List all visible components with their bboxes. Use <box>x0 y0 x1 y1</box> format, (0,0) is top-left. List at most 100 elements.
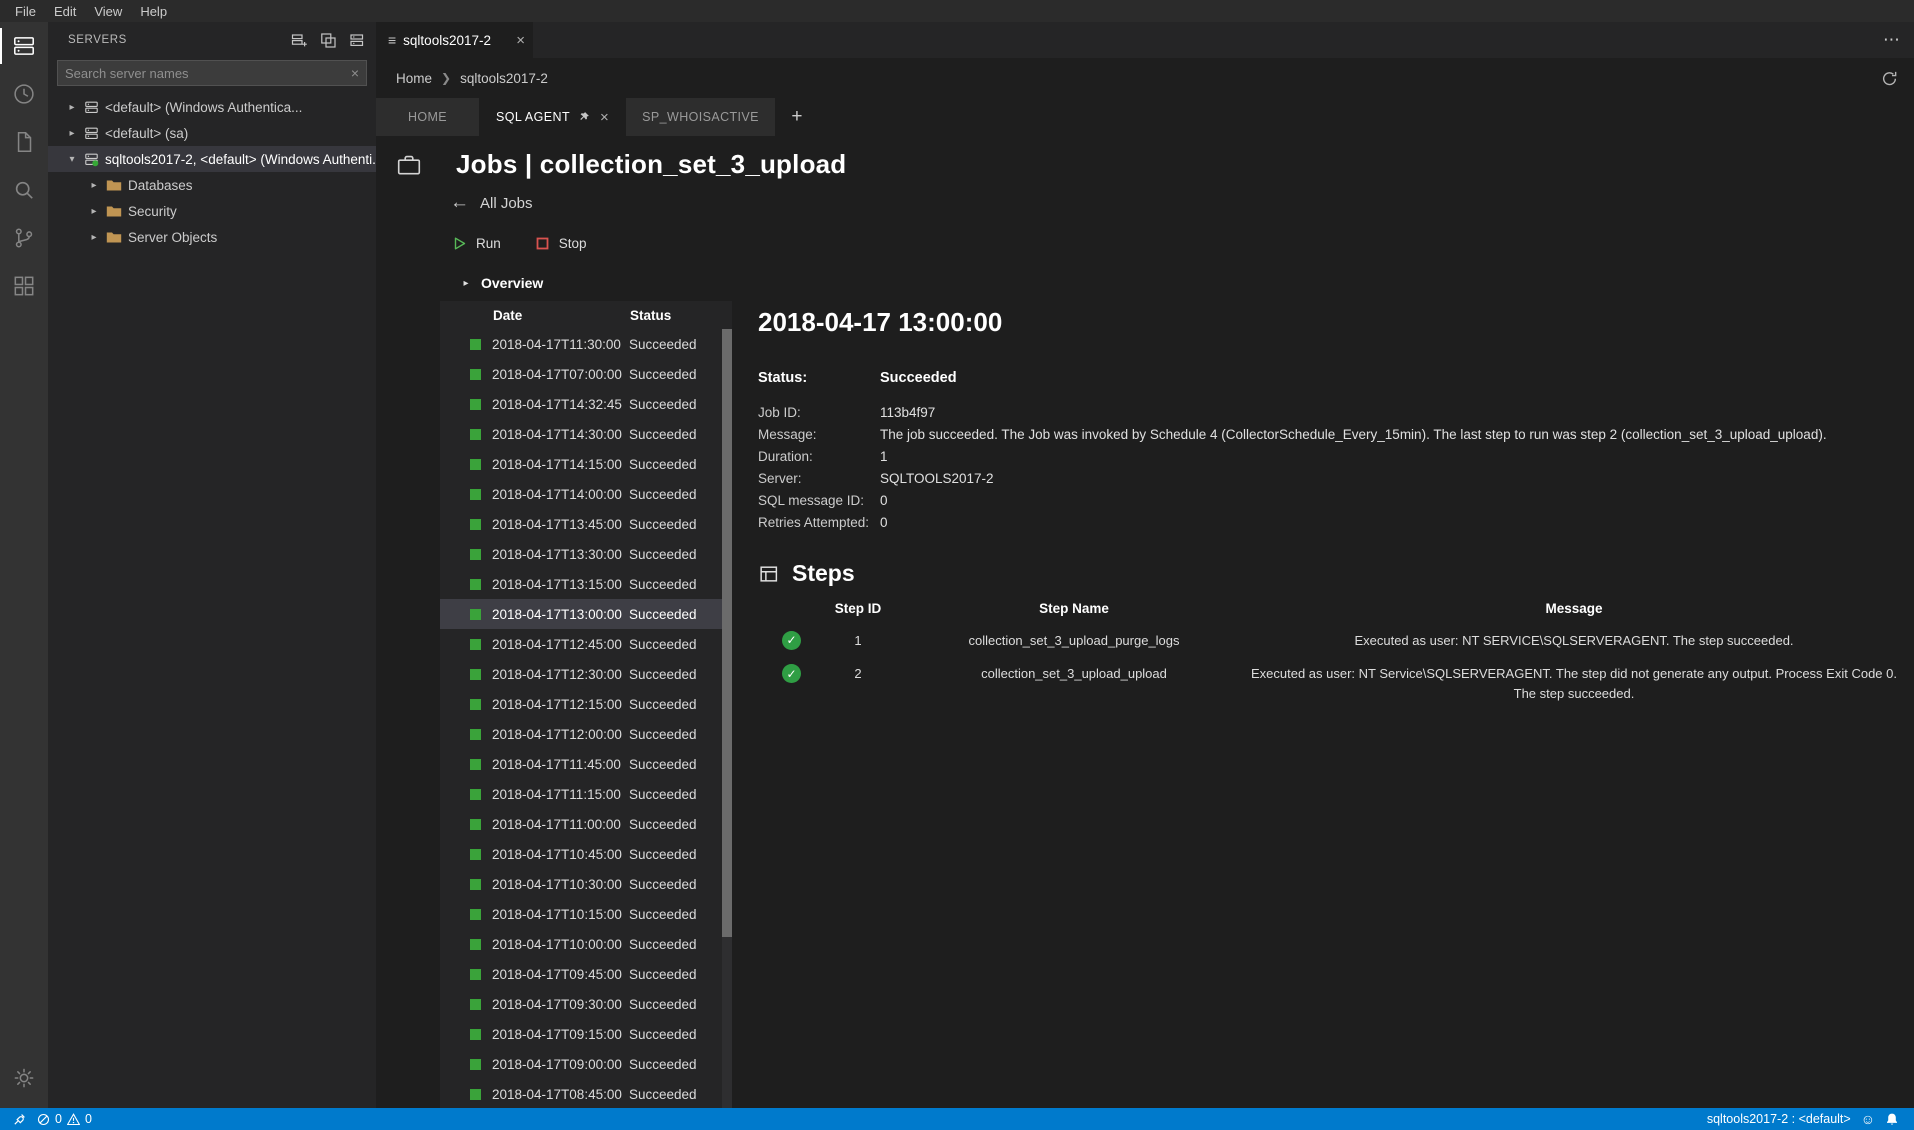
editor-actions-ellipsis-icon[interactable]: ⋯ <box>1883 22 1914 58</box>
tree-item-databases[interactable]: ▸ Databases <box>48 172 376 198</box>
scrollbar-thumb[interactable] <box>722 329 732 937</box>
new-server-group-icon[interactable] <box>320 32 337 49</box>
search-clear-icon[interactable]: × <box>345 65 359 81</box>
show-active-connections-icon[interactable] <box>349 32 366 49</box>
tab-sql-agent[interactable]: SQL AGENT × <box>480 98 626 136</box>
source-control-icon[interactable] <box>0 214 48 262</box>
history-date: 2018-04-17T13:30:00 <box>492 547 629 562</box>
twisty-collapsed-icon[interactable]: ▸ <box>88 180 100 191</box>
tree-item-label: Databases <box>128 178 193 193</box>
success-square-icon <box>470 879 481 890</box>
problems-indicator[interactable]: 0 0 <box>32 1108 97 1130</box>
search-server-input[interactable] <box>65 66 345 81</box>
menu-file[interactable]: File <box>6 4 45 19</box>
history-row[interactable]: 2018-04-17T13:00:00 Succeeded <box>440 599 732 629</box>
connection-status-icon[interactable] <box>8 1108 32 1130</box>
history-rows: 2018-04-17T11:30:00 Succeeded 2018-04-17… <box>440 329 732 1108</box>
twisty-collapsed-icon[interactable]: ▸ <box>66 128 78 139</box>
twisty-collapsed-icon[interactable]: ▸ <box>88 232 100 243</box>
close-tab-icon[interactable]: × <box>600 109 609 126</box>
history-row[interactable]: 2018-04-17T10:30:00 Succeeded <box>440 869 732 899</box>
task-history-icon[interactable] <box>0 70 48 118</box>
history-row[interactable]: 2018-04-17T13:30:00 Succeeded <box>440 539 732 569</box>
history-row[interactable]: 2018-04-17T14:30:00 Succeeded <box>440 419 732 449</box>
settings-gear-icon[interactable] <box>0 1054 48 1102</box>
history-row[interactable]: 2018-04-17T14:00:00 Succeeded <box>440 479 732 509</box>
warning-triangle-icon <box>67 1113 80 1126</box>
history-row[interactable]: 2018-04-17T14:15:00 Succeeded <box>440 449 732 479</box>
stop-button[interactable]: Stop <box>535 236 587 251</box>
tree-item-default-sa[interactable]: ▸ <default> (sa) <box>48 120 376 146</box>
history-row[interactable]: 2018-04-17T10:45:00 Succeeded <box>440 839 732 869</box>
editor-tab-sqltools2017-2[interactable]: ≡ sqltools2017-2 × <box>376 22 534 58</box>
history-row[interactable]: 2018-04-17T12:30:00 Succeeded <box>440 659 732 689</box>
step-row[interactable]: ✓ 1 collection_set_3_upload_purge_logs E… <box>758 626 1900 660</box>
extensions-icon[interactable] <box>0 262 48 310</box>
add-tab-icon[interactable]: + <box>776 98 818 136</box>
history-row[interactable]: 2018-04-17T12:45:00 Succeeded <box>440 629 732 659</box>
run-timestamp-title: 2018-04-17 13:00:00 <box>758 301 1900 366</box>
history-scrollbar[interactable] <box>722 329 732 1108</box>
menu-help[interactable]: Help <box>131 4 176 19</box>
tree-item-default-windows[interactable]: ▸ <default> (Windows Authentica... <box>48 94 376 120</box>
menu-edit[interactable]: Edit <box>45 4 85 19</box>
history-row[interactable]: 2018-04-17T10:15:00 Succeeded <box>440 899 732 929</box>
breadcrumb-server[interactable]: sqltools2017-2 <box>460 71 548 86</box>
twisty-expanded-icon[interactable]: ▾ <box>66 154 78 165</box>
steps-grid-icon <box>758 563 779 584</box>
pin-icon[interactable] <box>578 111 590 123</box>
history-row[interactable]: 2018-04-17T09:30:00 Succeeded <box>440 989 732 1019</box>
history-row[interactable]: 2018-04-17T09:45:00 Succeeded <box>440 959 732 989</box>
history-status: Succeeded <box>629 397 697 412</box>
tree-item-security[interactable]: ▸ Security <box>48 198 376 224</box>
steps-col-message: Message <box>1248 601 1900 616</box>
menu-view[interactable]: View <box>85 4 131 19</box>
success-square-icon <box>470 819 481 830</box>
history-status: Succeeded <box>629 847 697 862</box>
history-row[interactable]: 2018-04-17T11:00:00 Succeeded <box>440 809 732 839</box>
history-col-date: Date <box>493 308 630 323</box>
history-row[interactable]: 2018-04-17T12:00:00 Succeeded <box>440 719 732 749</box>
menu-bar: File Edit View Help <box>0 0 1914 22</box>
step-name: collection_set_3_upload_purge_logs <box>900 631 1248 651</box>
connections-icon[interactable] <box>0 22 48 70</box>
history-row[interactable]: 2018-04-17T08:45:00 Succeeded <box>440 1079 732 1108</box>
breadcrumb-home[interactable]: Home <box>396 71 432 86</box>
history-status: Succeeded <box>629 817 697 832</box>
tab-home[interactable]: HOME <box>376 98 480 136</box>
success-square-icon <box>470 639 481 650</box>
twisty-collapsed-icon[interactable]: ▸ <box>88 206 100 217</box>
close-tab-icon[interactable]: × <box>516 32 525 49</box>
all-jobs-back-link[interactable]: ← All Jobs <box>376 182 1914 214</box>
refresh-icon[interactable] <box>1881 70 1898 87</box>
twisty-collapsed-icon[interactable]: ▸ <box>66 102 78 113</box>
twisty-collapsed-icon: ▸ <box>460 278 472 289</box>
history-row[interactable]: 2018-04-17T09:00:00 Succeeded <box>440 1049 732 1079</box>
step-row[interactable]: ✓ 2 collection_set_3_upload_upload Execu… <box>758 659 1900 712</box>
azure-data-studio-window: File Edit View Help <box>0 0 1914 1130</box>
notifications-bell-icon[interactable] <box>1880 1112 1904 1126</box>
feedback-smiley-icon[interactable]: ☺ <box>1856 1111 1880 1127</box>
history-row[interactable]: 2018-04-17T11:30:00 Succeeded <box>440 329 732 359</box>
success-square-icon <box>470 729 481 740</box>
run-button[interactable]: Run <box>452 236 501 251</box>
notebooks-icon[interactable] <box>0 118 48 166</box>
overview-section-toggle[interactable]: ▸ Overview <box>376 251 1914 301</box>
active-connection-status[interactable]: sqltools2017-2 : <default> <box>1702 1112 1856 1126</box>
history-row[interactable]: 2018-04-17T13:15:00 Succeeded <box>440 569 732 599</box>
history-row[interactable]: 2018-04-17T14:32:45 Succeeded <box>440 389 732 419</box>
history-row[interactable]: 2018-04-17T10:00:00 Succeeded <box>440 929 732 959</box>
history-row[interactable]: 2018-04-17T13:45:00 Succeeded <box>440 509 732 539</box>
tab-sp-whoisactive[interactable]: SP_WHOISACTIVE <box>626 98 776 136</box>
new-connection-icon[interactable] <box>291 32 308 49</box>
tree-item-sqltools2017-2[interactable]: ▾ sqltools2017-2, <default> (Windows Aut… <box>48 146 376 172</box>
history-row[interactable]: 2018-04-17T11:15:00 Succeeded <box>440 779 732 809</box>
history-status: Succeeded <box>629 727 697 742</box>
tree-item-server-objects[interactable]: ▸ Server Objects <box>48 224 376 250</box>
history-row[interactable]: 2018-04-17T11:45:00 Succeeded <box>440 749 732 779</box>
search-icon[interactable] <box>0 166 48 214</box>
history-row[interactable]: 2018-04-17T07:00:00 Succeeded <box>440 359 732 389</box>
history-row[interactable]: 2018-04-17T09:15:00 Succeeded <box>440 1019 732 1049</box>
history-row[interactable]: 2018-04-17T12:15:00 Succeeded <box>440 689 732 719</box>
field-label: Status: <box>758 370 880 386</box>
